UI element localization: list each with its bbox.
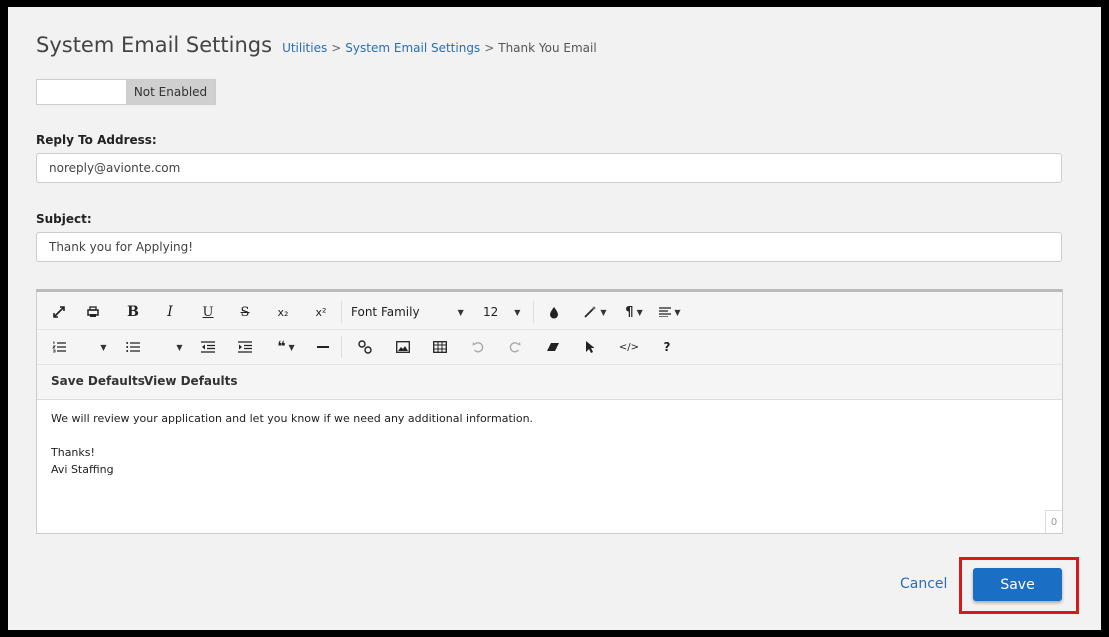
strikethrough-icon[interactable]: S <box>233 295 257 329</box>
editor-body[interactable]: We will review your application and let … <box>37 400 1062 488</box>
toolbar-divider <box>533 301 534 323</box>
chevron-down-icon[interactable]: ▼ <box>95 330 109 364</box>
body-blank-line <box>51 427 1048 444</box>
breadcrumb-utilities[interactable]: Utilities <box>282 41 327 55</box>
chevron-down-icon: ▼ <box>636 307 643 317</box>
view-defaults-button[interactable]: View Defaults <box>144 364 238 398</box>
rich-text-editor: B I U S x₂ x² Font Family ▼ 12 ▼ ▼ ¶ ▼ ▼… <box>36 289 1063 534</box>
chevron-down-icon: ▼ <box>288 342 295 352</box>
unordered-list-icon[interactable] <box>121 330 145 364</box>
font-family-label: Font Family <box>351 305 420 319</box>
toggle-status-label[interactable]: Not Enabled <box>126 80 215 104</box>
paragraph-icon[interactable]: ¶ ▼ <box>619 295 649 329</box>
enable-toggle[interactable]: Not Enabled <box>36 79 216 105</box>
link-icon[interactable] <box>353 330 377 364</box>
toolbar-row-3: Save Defaults View Defaults <box>37 364 1062 398</box>
editor-toolbar: B I U S x₂ x² Font Family ▼ 12 ▼ ▼ ¶ ▼ ▼… <box>37 292 1062 400</box>
indent-icon[interactable] <box>233 330 257 364</box>
text-color-icon[interactable] <box>542 295 566 329</box>
page-title: System Email Settings <box>36 33 273 57</box>
magic-wand-icon[interactable]: ▼ <box>577 295 613 329</box>
chevron-down-icon[interactable]: ▼ <box>171 330 185 364</box>
subject-label: Subject: <box>36 212 92 226</box>
toolbar-divider <box>341 336 342 358</box>
image-icon[interactable] <box>391 330 415 364</box>
body-line: Thanks! <box>51 446 95 459</box>
chevron-down-icon: ▼ <box>600 307 607 317</box>
table-icon[interactable] <box>428 330 452 364</box>
settings-panel: System Email Settings Utilities > System E… <box>8 7 1101 630</box>
eraser-icon[interactable] <box>541 330 565 364</box>
breadcrumb: Utilities > System Email Settings > Thank Yo… <box>282 41 597 55</box>
code-view-icon[interactable]: </> <box>617 330 641 364</box>
outdent-icon[interactable] <box>196 330 220 364</box>
save-defaults-button[interactable]: Save Defaults <box>51 364 145 398</box>
chevron-down-icon: ▼ <box>514 307 521 317</box>
font-size-value: 12 <box>483 305 499 319</box>
underline-icon[interactable]: U <box>196 295 220 329</box>
toolbar-row-1: B I U S x₂ x² Font Family ▼ 12 ▼ ▼ ¶ ▼ ▼ <box>37 295 1062 330</box>
body-line: We will review your application and let … <box>51 412 534 425</box>
reply-to-input[interactable] <box>36 153 1062 183</box>
undo-icon[interactable] <box>466 330 490 364</box>
character-count: 0 <box>1045 510 1062 533</box>
font-family-dropdown[interactable]: Font Family ▼ <box>351 295 469 329</box>
select-cursor-icon[interactable] <box>578 330 602 364</box>
fullscreen-icon[interactable] <box>47 295 71 329</box>
superscript-icon[interactable]: x² <box>309 295 333 329</box>
cancel-button[interactable]: Cancel <box>900 576 947 592</box>
font-size-dropdown[interactable]: 12 ▼ <box>483 295 527 329</box>
save-button[interactable]: Save <box>973 568 1062 601</box>
redo-icon[interactable] <box>503 330 527 364</box>
toolbar-divider <box>341 301 342 323</box>
align-icon[interactable]: ▼ <box>655 295 685 329</box>
quote-icon[interactable]: ❝ ▼ <box>271 330 301 364</box>
toggle-on-side[interactable] <box>37 80 126 104</box>
breadcrumb-separator: > <box>484 41 495 55</box>
reply-to-label: Reply To Address: <box>36 133 157 147</box>
subject-input[interactable] <box>36 232 1062 262</box>
ordered-list-icon[interactable] <box>47 330 71 364</box>
italic-icon[interactable]: I <box>158 295 182 329</box>
breadcrumb-separator: > <box>331 41 342 55</box>
horizontal-line-icon[interactable] <box>311 330 335 364</box>
chevron-down-icon: ▼ <box>457 307 464 317</box>
paragraph-glyph: ¶ <box>625 304 634 320</box>
print-icon[interactable] <box>81 295 105 329</box>
body-line: Avi Staffing <box>51 463 114 476</box>
breadcrumb-system-email-settings[interactable]: System Email Settings <box>345 41 480 55</box>
header: System Email Settings Utilities > System E… <box>36 33 597 57</box>
toolbar-row-2: ▼ ▼ ❝ ▼ </> ? <box>37 330 1062 365</box>
quote-glyph: ❝ <box>277 339 286 355</box>
help-icon[interactable]: ? <box>655 330 679 364</box>
chevron-down-icon: ▼ <box>674 307 681 317</box>
breadcrumb-current: Thank You Email <box>498 41 597 55</box>
bold-icon[interactable]: B <box>121 295 145 329</box>
subscript-icon[interactable]: x₂ <box>271 295 295 329</box>
